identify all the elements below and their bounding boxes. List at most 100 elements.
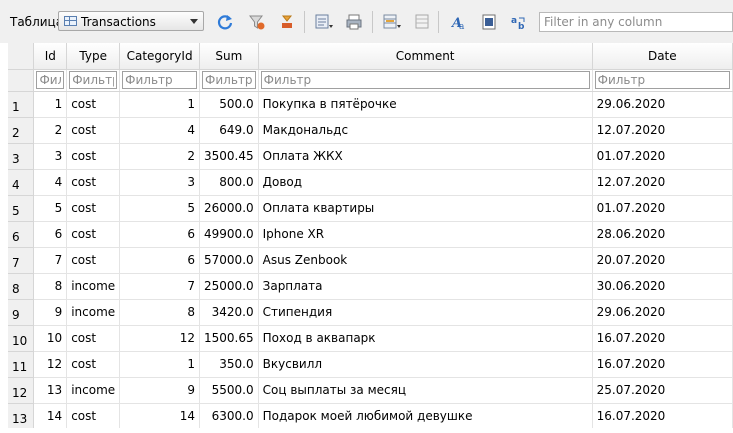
table-row[interactable]: 9 9 income 8 3420.0 Стипендия 29.06.2020: [8, 299, 733, 326]
column-header-id[interactable]: Id: [33, 43, 68, 70]
cell-type[interactable]: cost: [66, 247, 121, 274]
cell-id[interactable]: 8: [33, 273, 68, 300]
cell-id[interactable]: 13: [33, 377, 68, 404]
cell-date[interactable]: 01.07.2020: [592, 143, 733, 170]
cell-type[interactable]: cost: [66, 117, 121, 144]
cell-type[interactable]: income: [66, 377, 121, 404]
cell-id[interactable]: 5: [33, 195, 68, 222]
cell-id[interactable]: 4: [33, 169, 68, 196]
row-number[interactable]: 11: [8, 351, 35, 378]
cell-date[interactable]: 16.07.2020: [592, 325, 733, 352]
cell-comment[interactable]: Макдональдс: [258, 117, 593, 144]
table-row[interactable]: 6 6 cost 6 49900.0 Iphone XR 28.06.2020: [8, 221, 733, 248]
cell-id[interactable]: 3: [33, 143, 68, 170]
cell-id[interactable]: 9: [33, 299, 68, 326]
encoding-button[interactable]: a b: [508, 11, 530, 33]
cell-type[interactable]: cost: [66, 325, 121, 352]
filter-input-type[interactable]: [69, 71, 118, 89]
cell-sum[interactable]: 3500.45: [199, 143, 259, 170]
table-row[interactable]: 4 4 cost 3 800.0 Довод 12.07.2020: [8, 169, 733, 196]
row-number[interactable]: 5: [8, 195, 35, 222]
cell-date[interactable]: 30.06.2020: [592, 273, 733, 300]
print-button[interactable]: [343, 11, 365, 33]
font-button[interactable]: A a: [448, 11, 470, 33]
cell-date[interactable]: 01.07.2020: [592, 195, 733, 222]
column-header-categoryid[interactable]: CategoryId: [119, 43, 201, 70]
cell-id[interactable]: 7: [33, 247, 68, 274]
cell-comment[interactable]: Покупка в пятёрочке: [258, 91, 593, 118]
cell-id[interactable]: 12: [33, 351, 68, 378]
cell-sum[interactable]: 3420.0: [199, 299, 259, 326]
cell-id[interactable]: 14: [33, 403, 68, 428]
cell-sum[interactable]: 49900.0: [199, 221, 259, 248]
cell-categoryid[interactable]: 9: [119, 377, 201, 404]
filter-input-comment[interactable]: [260, 71, 590, 89]
cell-categoryid[interactable]: 12: [119, 325, 201, 352]
table-row[interactable]: 3 3 cost 2 3500.45 Оплата ЖКХ 01.07.2020: [8, 143, 733, 170]
cell-date[interactable]: 12.07.2020: [592, 169, 733, 196]
cell-sum[interactable]: 800.0: [199, 169, 259, 196]
row-number[interactable]: 3: [8, 143, 35, 170]
global-filter-input[interactable]: [539, 12, 733, 32]
row-number[interactable]: 12: [8, 377, 35, 404]
export-button[interactable]: [313, 11, 335, 33]
cell-categoryid[interactable]: 14: [119, 403, 201, 428]
cell-categoryid[interactable]: 1: [119, 351, 201, 378]
cell-sum[interactable]: 26000.0: [199, 195, 259, 222]
cell-categoryid[interactable]: 2: [119, 143, 201, 170]
refresh-button[interactable]: [214, 11, 236, 33]
cell-date[interactable]: 16.07.2020: [592, 403, 733, 428]
cell-categoryid[interactable]: 6: [119, 247, 201, 274]
cell-date[interactable]: 28.06.2020: [592, 221, 733, 248]
cell-comment[interactable]: Соц выплаты за месяц: [258, 377, 593, 404]
delete-filter-button[interactable]: [276, 11, 298, 33]
cell-date[interactable]: 20.07.2020: [592, 247, 733, 274]
cell-sum[interactable]: 25000.0: [199, 273, 259, 300]
row-number[interactable]: 7: [8, 247, 35, 274]
cell-categoryid[interactable]: 6: [119, 221, 201, 248]
filter-input-sum[interactable]: [202, 71, 256, 89]
cell-type[interactable]: cost: [66, 169, 121, 196]
cell-type[interactable]: cost: [66, 351, 121, 378]
cell-comment[interactable]: Подарок моей любимой девушке: [258, 403, 593, 428]
cell-date[interactable]: 29.06.2020: [592, 299, 733, 326]
table-row[interactable]: 5 5 cost 5 26000.0 Оплата квартиры 01.07.2020: [8, 195, 733, 222]
cell-sum[interactable]: 649.0: [199, 117, 259, 144]
cell-type[interactable]: income: [66, 299, 121, 326]
cell-comment[interactable]: Вкусвилл: [258, 351, 593, 378]
table-row[interactable]: 7 7 cost 6 57000.0 Asus Zenbook 20.07.2020: [8, 247, 733, 274]
cell-categoryid[interactable]: 3: [119, 169, 201, 196]
cell-sum[interactable]: 6300.0: [199, 403, 259, 428]
table-row[interactable]: 1 1 cost 1 500.0 Покупка в пятёрочке 29.06.202…: [8, 91, 733, 118]
row-number[interactable]: 6: [8, 221, 35, 248]
cell-comment[interactable]: Зарплата: [258, 273, 593, 300]
cell-comment[interactable]: Поход в аквапарк: [258, 325, 593, 352]
cell-sum[interactable]: 500.0: [199, 91, 259, 118]
insert-record-button[interactable]: [381, 11, 403, 33]
cell-categoryid[interactable]: 7: [119, 273, 201, 300]
cell-type[interactable]: cost: [66, 143, 121, 170]
cell-type[interactable]: cost: [66, 91, 121, 118]
cell-type[interactable]: cost: [66, 221, 121, 248]
cell-comment[interactable]: Iphone XR: [258, 221, 593, 248]
table-row[interactable]: 12 13 income 9 5500.0 Соц выплаты за месяц 25.…: [8, 377, 733, 404]
cell-type[interactable]: cost: [66, 195, 121, 222]
cell-sum[interactable]: 5500.0: [199, 377, 259, 404]
cell-comment[interactable]: Asus Zenbook: [258, 247, 593, 274]
cell-type[interactable]: cost: [66, 403, 121, 428]
cell-categoryid[interactable]: 1: [119, 91, 201, 118]
table-select[interactable]: Transactions: [58, 11, 204, 31]
column-header-date[interactable]: Date: [592, 43, 733, 70]
row-number[interactable]: 1: [8, 91, 35, 118]
cell-sum[interactable]: 1500.65: [199, 325, 259, 352]
cell-categoryid[interactable]: 8: [119, 299, 201, 326]
cell-id[interactable]: 6: [33, 221, 68, 248]
cell-categoryid[interactable]: 4: [119, 117, 201, 144]
table-row[interactable]: 10 10 cost 12 1500.65 Поход в аквапарк 16.07.2…: [8, 325, 733, 352]
cell-id[interactable]: 1: [33, 91, 68, 118]
cell-sum[interactable]: 57000.0: [199, 247, 259, 274]
cell-categoryid[interactable]: 5: [119, 195, 201, 222]
row-number[interactable]: 13: [8, 403, 35, 428]
cell-comment[interactable]: Довод: [258, 169, 593, 196]
cell-date[interactable]: 25.07.2020: [592, 377, 733, 404]
